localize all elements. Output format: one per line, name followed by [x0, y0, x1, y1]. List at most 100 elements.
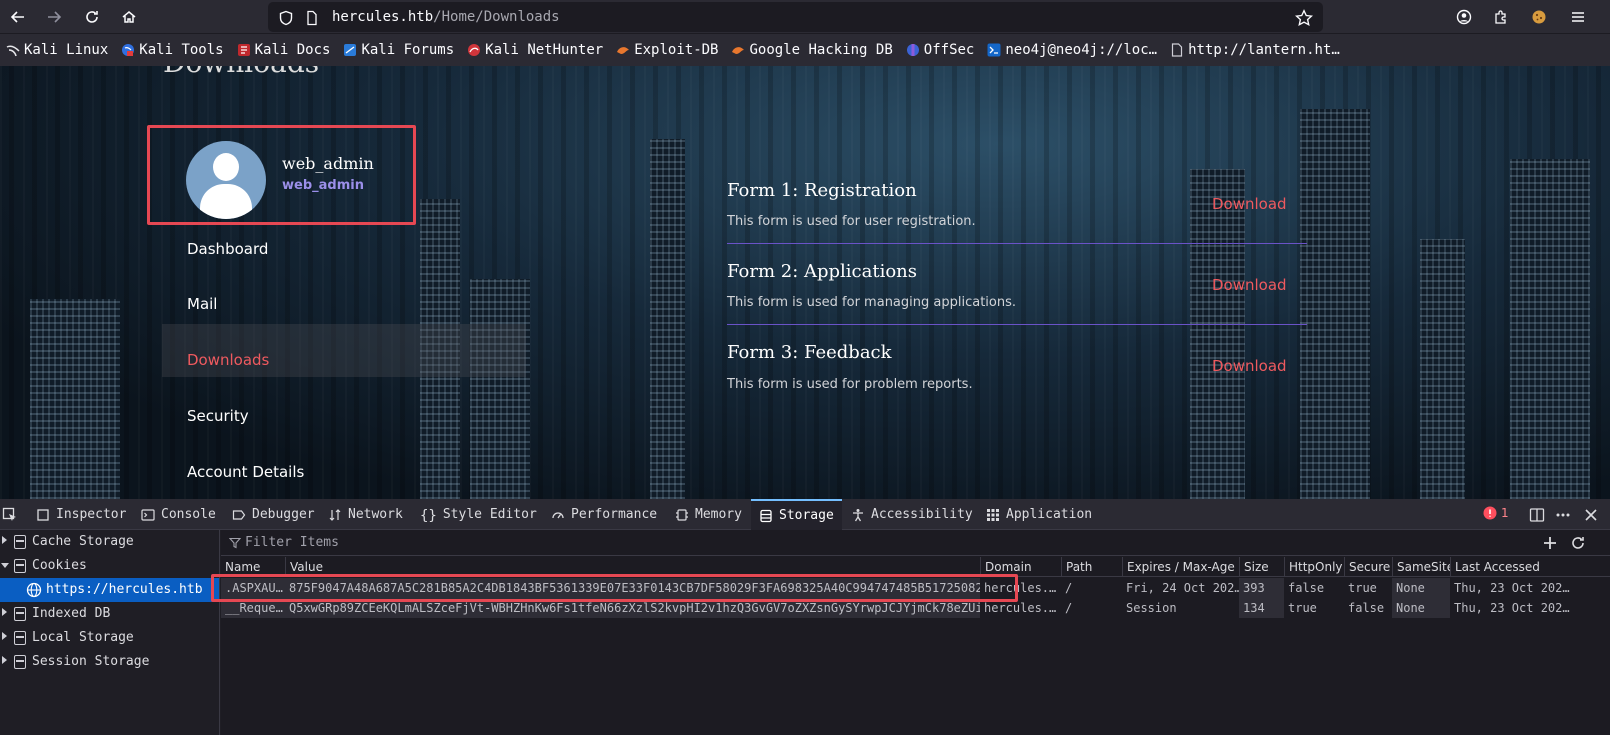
tab-inspector[interactable]: Inspector — [36, 499, 126, 530]
column-header-samesite[interactable]: SameSite — [1392, 557, 1450, 576]
cookie-samesite[interactable]: None — [1392, 578, 1450, 598]
cookie-size[interactable]: 393 — [1239, 578, 1284, 598]
tab-memory[interactable]: Memory — [675, 499, 742, 530]
dock-side-icon[interactable] — [1529, 507, 1545, 523]
cookie-value[interactable]: Q5xwGRp89ZCEeKQLmALSZceFjVt-WBHZHnKw6Fs1… — [285, 598, 980, 618]
nav-mail[interactable]: Mail — [187, 295, 217, 313]
column-header-size[interactable]: Size — [1239, 557, 1284, 576]
expand-arrow-icon[interactable] — [2, 632, 7, 640]
cookie-size[interactable]: 134 — [1239, 598, 1284, 618]
tree-local-storage[interactable]: Local Storage — [0, 626, 219, 650]
cookie-last-accessed[interactable]: Thu, 23 Oct 202… — [1450, 578, 1610, 598]
cookie-name[interactable]: __Reque… — [221, 598, 285, 618]
tab-application[interactable]: Application — [986, 499, 1092, 530]
bookmark-kali-docs[interactable]: Kali Docs — [237, 34, 330, 66]
column-header-httponly[interactable]: HttpOnly — [1284, 557, 1344, 576]
home-button[interactable] — [117, 5, 141, 29]
address-bar[interactable]: hercules.htb/Home/Downloads — [268, 2, 1323, 32]
url-text[interactable]: hercules.htb/Home/Downloads — [332, 9, 560, 25]
extensions-button[interactable] — [1489, 5, 1513, 29]
cookie-value[interactable]: 875F9047A48A687A5C281B85A2C4DB1843BF5361… — [285, 578, 980, 598]
shield-icon[interactable] — [278, 10, 294, 26]
add-item-icon[interactable] — [1542, 535, 1558, 551]
profile-name: web_admin — [282, 154, 374, 173]
cookie-name[interactable]: .ASPXAU… — [221, 578, 285, 598]
refresh-icon[interactable] — [1570, 535, 1586, 551]
table-row[interactable]: .ASPXAU… 875F9047A48A687A5C281B85A2C4DB1… — [221, 578, 1610, 598]
cookie-expires[interactable]: Session — [1122, 598, 1239, 618]
bookmark-offsec[interactable]: OffSec — [906, 34, 974, 66]
column-header-last-accessed[interactable]: Last Accessed — [1450, 557, 1610, 576]
kali-tools-icon — [122, 44, 135, 56]
bookmark-kali-nethunter[interactable]: Kali NetHunter — [467, 34, 603, 66]
collapse-arrow-icon[interactable] — [1, 563, 9, 568]
error-count: 1 — [1501, 506, 1509, 520]
cookie-path[interactable]: / — [1061, 578, 1122, 598]
download-link-applications[interactable]: Download — [1212, 276, 1287, 294]
column-header-secure[interactable]: Secure — [1344, 557, 1392, 576]
back-button[interactable] — [6, 5, 30, 29]
bookmark-google-hacking-db[interactable]: Google Hacking DB — [731, 34, 893, 66]
cookie-samesite[interactable]: None — [1392, 598, 1450, 618]
error-count-badge[interactable]: 1 — [1483, 506, 1509, 520]
table-row[interactable]: __Reque… Q5xwGRp89ZCEeKQLmALSZceFjVt-WBH… — [221, 598, 1610, 618]
nav-account-details[interactable]: Account Details — [187, 463, 304, 481]
close-devtools-icon[interactable] — [1583, 507, 1599, 523]
tab-style-editor[interactable]: {} Style Editor — [420, 499, 537, 530]
expand-arrow-icon[interactable] — [2, 608, 7, 616]
bookmark-kali-tools[interactable]: Kali Tools — [121, 34, 224, 66]
nav-downloads[interactable]: Downloads — [187, 351, 269, 369]
cookie-domain[interactable]: hercules.… — [980, 578, 1061, 598]
element-picker-icon[interactable] — [2, 507, 18, 523]
page-info-icon[interactable] — [304, 10, 320, 26]
column-header-path[interactable]: Path — [1061, 557, 1122, 576]
form-description: This form is used for problem reports. — [727, 377, 973, 392]
bookmark-kali-forums[interactable]: Kali Forums — [343, 34, 454, 66]
expand-arrow-icon[interactable] — [2, 536, 7, 544]
nav-security[interactable]: Security — [187, 407, 249, 425]
account-button[interactable] — [1452, 5, 1476, 29]
cookie-domain[interactable]: hercules.… — [980, 598, 1061, 618]
kali-docs-icon — [237, 44, 250, 56]
cookie-httponly[interactable]: false — [1284, 578, 1344, 598]
reload-button[interactable] — [80, 5, 104, 29]
bookmark-star-icon[interactable] — [1295, 9, 1313, 27]
tab-network[interactable]: Network — [328, 499, 403, 530]
tab-accessibility[interactable]: Accessibility — [851, 499, 973, 530]
expand-arrow-icon[interactable] — [2, 656, 7, 664]
tree-cookies[interactable]: Cookies — [0, 554, 219, 578]
column-header-expires[interactable]: Expires / Max-Age — [1122, 557, 1239, 576]
bookmark-label: Google Hacking DB — [749, 42, 893, 58]
tab-label: Accessibility — [871, 507, 973, 522]
cookie-secure[interactable]: true — [1344, 578, 1392, 598]
column-header-domain[interactable]: Domain — [980, 557, 1061, 576]
column-header-name[interactable]: Name — [221, 557, 285, 576]
cookie-last-accessed[interactable]: Thu, 23 Oct 202… — [1450, 598, 1610, 618]
cookie-httponly[interactable]: true — [1284, 598, 1344, 618]
menu-button[interactable] — [1566, 5, 1590, 29]
forward-button[interactable] — [42, 5, 66, 29]
tree-cache-storage[interactable]: Cache Storage — [0, 530, 219, 554]
tree-session-storage[interactable]: Session Storage — [0, 650, 219, 674]
tree-indexed-db[interactable]: Indexed DB — [0, 602, 219, 626]
cookie-path[interactable]: / — [1061, 598, 1122, 618]
bookmark-exploit-db[interactable]: Exploit-DB — [616, 34, 718, 66]
nav-dashboard[interactable]: Dashboard — [187, 240, 268, 258]
bookmark-lantern[interactable]: http://lantern.ht… — [1170, 34, 1340, 66]
download-link-feedback[interactable]: Download — [1212, 357, 1287, 375]
download-link-registration[interactable]: Download — [1212, 195, 1287, 213]
filter-input[interactable]: Filter Items — [245, 535, 339, 550]
tab-console[interactable]: Console — [141, 499, 216, 530]
form-title: Form 3: Feedback — [727, 342, 892, 363]
tree-cookie-origin[interactable]: https://hercules.htb — [0, 578, 219, 602]
tab-debugger[interactable]: Debugger — [232, 499, 315, 530]
more-options-icon[interactable] — [1555, 507, 1571, 523]
column-header-value[interactable]: Value — [285, 557, 980, 576]
tab-storage[interactable]: Storage — [751, 499, 842, 530]
bookmark-kali-linux[interactable]: Kali Linux — [6, 34, 108, 66]
bookmark-neo4j[interactable]: neo4j@neo4j://loc… — [987, 34, 1157, 66]
tab-performance[interactable]: Performance — [551, 499, 657, 530]
cookie-secure[interactable]: false — [1344, 598, 1392, 618]
cookie-extension-button[interactable] — [1527, 5, 1551, 29]
cookie-expires[interactable]: Fri, 24 Oct 202… — [1122, 578, 1239, 598]
